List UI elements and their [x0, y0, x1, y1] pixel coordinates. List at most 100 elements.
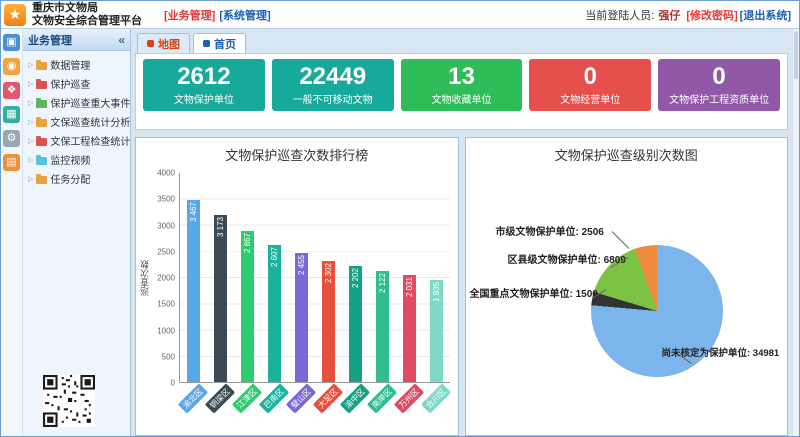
sidebar-item-task-assignment[interactable]: ▷任务分配 — [23, 169, 130, 188]
x-tick-label: 江津区 — [231, 383, 261, 413]
icon-strip: ▣ ◉ ❖ ▦ ⚙ ▤ — [1, 29, 23, 436]
bar-chart-title: 文物保护巡查次数排行榜 — [136, 138, 458, 169]
stat-card-business-units: 0 文物经营单位 — [529, 59, 651, 111]
bar-渝中区: 2 202 — [349, 266, 362, 382]
app-titles: 重庆市文物局 文物安全综合管理平台 — [32, 2, 142, 27]
bar-column: 2 031 — [396, 173, 423, 382]
org-name: 重庆市文物局 — [32, 2, 142, 15]
bar-plot: 3 4673 1732 8672 6072 4552 3022 2022 122… — [179, 173, 450, 383]
stat-label: 文物经营单位 — [560, 91, 620, 106]
tab-label: 地图 — [158, 36, 180, 52]
bar-value-label: 2 867 — [243, 233, 252, 253]
bar-column: 3 173 — [207, 173, 234, 382]
sidebar-menu: ▷数据管理▷保护巡查▷保护巡查重大事件▷文保巡查统计分析▷文保工程检查统计分析▷… — [23, 55, 130, 375]
y-tick-label: 0 — [171, 379, 175, 388]
sidebar-header: 业务管理 « — [23, 29, 130, 51]
tree-expand-icon[interactable]: ▷ — [28, 156, 33, 164]
bar-value-label: 3 173 — [216, 217, 225, 237]
sidebar-item-monitoring-video[interactable]: ▷监控视频 — [23, 150, 130, 169]
stat-value: 2612 — [177, 65, 230, 89]
y-tick-label: 1500 — [157, 300, 175, 309]
bar-column: 2 455 — [288, 173, 315, 382]
top-menu-link-system-management[interactable]: [系统管理] — [219, 7, 270, 23]
bar-value-label: 2 455 — [297, 255, 306, 275]
pie-chart-title: 文物保护巡查级别次数图 — [466, 138, 788, 169]
pie-label-1: 区县级文物保护单位: 6809 — [508, 251, 626, 266]
stat-value: 0 — [712, 65, 725, 89]
x-label-column: 铜梁区 — [206, 383, 233, 417]
top-menu-link-business-management[interactable]: [业务管理] — [164, 7, 215, 23]
y-tick-label: 1000 — [157, 326, 175, 335]
x-tick-label: 合川区 — [421, 383, 451, 413]
platform-name: 文物安全综合管理平台 — [32, 15, 142, 28]
main-area: ▣ ◉ ❖ ▦ ⚙ ▤ 业务管理 « ▷ 数据管理 ▷ 保护巡查 ▷ 保护巡查重大事件 ▷文保巡查统计… — [1, 29, 799, 436]
stats-row: 2612文物保护单位22449一般不可移动文物13文物收藏单位0文物经营单位0文… — [143, 59, 780, 111]
sidebar: 业务管理 « ▷ 数据管理 ▷ 保护巡查 ▷ 保护巡查重大事件 ▷文保巡查统计分析▷文保工程… — [23, 29, 131, 436]
x-tick-label: 渝北区 — [177, 383, 207, 413]
folder-icon — [36, 176, 47, 184]
x-label-column: 璧山区 — [287, 383, 314, 417]
tree-expand-icon[interactable]: ▷ — [28, 99, 33, 107]
y-axis: 05001000150020002500300035004000 — [151, 173, 179, 383]
tree-expand-icon[interactable]: ▷ — [28, 61, 33, 69]
tree-expand-icon[interactable]: ▷ — [28, 80, 33, 88]
stat-card-qualification-units: 0文物保护工程资质单位 — [658, 59, 780, 111]
folder-icon[interactable]: ▤ — [3, 154, 20, 171]
bar-value-label: 2 202 — [351, 268, 360, 288]
tab-map[interactable]: 地图 — [137, 33, 190, 53]
bar-万州区: 2 031 — [403, 275, 416, 382]
stat-value: 0 — [584, 65, 597, 89]
bar-合川区: 1 935 — [430, 280, 443, 382]
sidebar-item-patrol-major-events[interactable]: ▷ 保护巡查重大事件 — [23, 93, 130, 112]
sidebar-item-label: 保护巡查 — [50, 76, 90, 91]
sidebar-item-label: 保护巡查重大事件 — [50, 95, 130, 110]
tab-bar: 地图首页 — [135, 29, 788, 53]
sidebar-item-data-management[interactable]: ▷ 数据管理 — [23, 55, 130, 74]
collapse-sidebar-button[interactable]: « — [118, 33, 125, 47]
sidebar-item-label: 数据管理 — [50, 57, 90, 72]
current-user-name: 强仔 — [658, 7, 680, 23]
tree-expand-icon[interactable]: ▷ — [28, 118, 33, 126]
charts-row: 文物保护巡查次数排行榜 巡查次数 05001000150020002500300… — [135, 137, 788, 436]
folder-icon — [36, 138, 47, 146]
logout-link[interactable]: [退出系统] — [740, 10, 791, 22]
x-label-column: 江津区 — [233, 383, 260, 417]
stat-label: 一般不可移动文物 — [293, 91, 373, 106]
y-tick-label: 500 — [162, 352, 175, 361]
tree-expand-icon[interactable]: ▷ — [28, 137, 33, 145]
bar-铜梁区: 3 173 — [214, 215, 227, 382]
user-links: [修改密码][退出系统] — [684, 7, 791, 23]
bar-column: 3 467 — [180, 173, 207, 382]
stat-card-collection-units: 13文物收藏单位 — [401, 59, 523, 111]
bar-巴南区: 2 607 — [268, 245, 281, 382]
monitor-icon[interactable]: ▣ — [3, 34, 20, 51]
stat-card-heritage-protection-units: 2612文物保护单位 — [143, 59, 265, 111]
qr-code — [43, 375, 95, 432]
bar-南岸区: 2 122 — [376, 271, 389, 382]
scrollbar-thumb[interactable] — [794, 31, 798, 79]
bar-column: 1 935 — [423, 173, 450, 382]
top-header: ★ 重庆市文物局 文物安全综合管理平台 [业务管理][系统管理] 当前登陆人员:… — [1, 1, 799, 29]
coin-icon[interactable]: ◉ — [3, 58, 20, 75]
alarm-icon[interactable]: ❖ — [3, 82, 20, 99]
change-password-link[interactable]: [修改密码] — [686, 10, 737, 22]
top-menu: [业务管理][系统管理] — [164, 7, 271, 23]
x-tick-label: 南岸区 — [367, 383, 397, 413]
x-tick-label: 渝中区 — [340, 383, 370, 413]
y-axis-label: 巡查次数 — [138, 260, 151, 296]
bar-value-label: 1 935 — [432, 282, 441, 302]
sidebar-item-protection-patrol[interactable]: ▷ 保护巡查 — [23, 74, 130, 93]
tab-home[interactable]: 首页 — [193, 33, 246, 53]
settings-icon[interactable]: ⚙ — [3, 130, 20, 147]
x-label-column: 渝北区 — [179, 383, 206, 417]
y-tick-label: 3500 — [157, 195, 175, 204]
tree-expand-icon[interactable]: ▷ — [28, 175, 33, 183]
current-user-label: 当前登陆人员: — [585, 7, 654, 23]
sidebar-item-patrol-statistics[interactable]: ▷文保巡查统计分析 — [23, 112, 130, 131]
scrollbar[interactable] — [792, 29, 799, 436]
folder-icon — [36, 100, 47, 108]
stat-label: 文物收藏单位 — [431, 91, 491, 106]
sidebar-item-project-inspection-stats[interactable]: ▷文保工程检查统计分析 — [23, 131, 130, 150]
chart-icon[interactable]: ▦ — [3, 106, 20, 123]
pie-chart: 市级文物保护单位: 2506区县级文物保护单位: 6809全国重点文物保护单位:… — [466, 169, 788, 414]
